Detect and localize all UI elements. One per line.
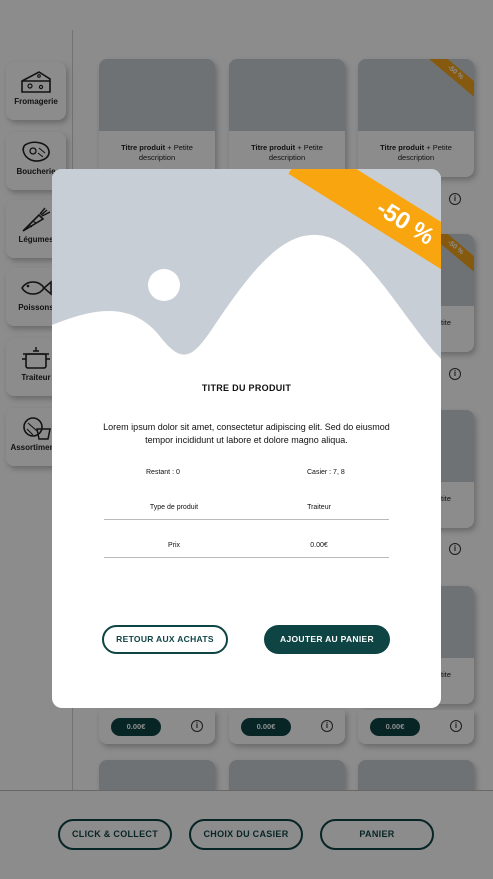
- product-title: TITRE DU PRODUIT: [201, 383, 292, 393]
- spec-label: Prix: [167, 542, 181, 549]
- spec-value: 0.00€: [310, 542, 328, 549]
- product-image-placeholder: -50 %: [52, 169, 441, 363]
- product-description: Lorem ipsum dolor sit amet, consectetur …: [103, 422, 390, 445]
- back-to-shopping-button[interactable]: RETOUR AUX ACHATS: [102, 625, 228, 654]
- add-to-cart-button[interactable]: AJOUTER AU PANIER: [264, 625, 390, 654]
- spec-value: Traiteur: [307, 504, 331, 511]
- spec-row-price: Prix 0.00€: [104, 538, 389, 558]
- locker-info: Casier : 7, 8: [307, 469, 345, 476]
- remaining-stock: Restant : 0: [146, 469, 180, 476]
- product-detail-modal: -50 % TITRE DU PRODUIT Lorem ipsum dolor…: [52, 169, 441, 708]
- spec-row-type: Type de produit Traiteur: [104, 500, 389, 520]
- spec-label: Type de produit: [149, 504, 199, 511]
